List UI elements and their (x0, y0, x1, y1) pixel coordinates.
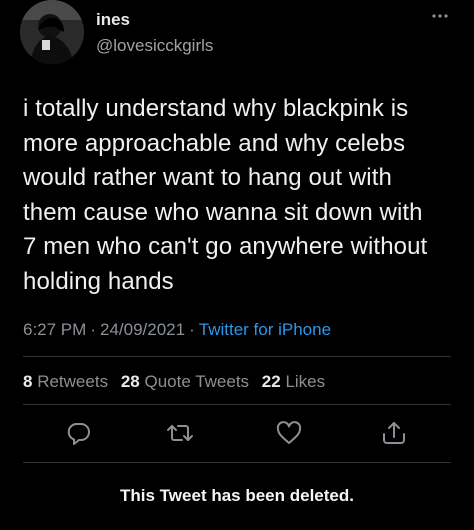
tweet-card: ines @lovesicckgirls i totally understan… (0, 0, 474, 530)
deleted-notice: This Tweet has been deleted. (120, 486, 354, 505)
tweet-meta: 6:27 PM · 24/09/2021 · Twitter for iPhone (23, 320, 331, 340)
divider (23, 404, 451, 405)
quote-tweets-count: 28 (120, 372, 140, 391)
tweet-text-line: 7 men who can't go anywhere without (23, 233, 428, 260)
meta-separator: · (189, 320, 195, 339)
tweet-stats: 8 Retweets 28 Quote Tweets 22 Likes (23, 372, 333, 392)
like-icon[interactable] (274, 418, 304, 448)
tweet-date[interactable]: 24/09/2021 (100, 320, 185, 339)
meta-separator: · (90, 320, 96, 339)
tweet-source[interactable]: Twitter for iPhone (199, 320, 331, 339)
action-bar (0, 418, 474, 448)
tweet-text-line: them cause who wanna sit down with (23, 198, 423, 226)
tweet-text-line: more approachable and why celebs (23, 129, 406, 157)
avatar-image (20, 0, 84, 64)
tweet-text: i totally understand why blackpink is mo… (23, 92, 459, 299)
quote-tweets-stat[interactable]: 28 Quote Tweets (121, 372, 249, 391)
avatar[interactable] (20, 0, 84, 64)
divider (23, 356, 451, 357)
retweet-icon[interactable] (165, 418, 195, 448)
display-name[interactable]: ines (96, 10, 130, 30)
user-handle[interactable]: @lovesicckgirls (96, 36, 213, 56)
divider (23, 462, 451, 463)
quote-tweets-label: Quote Tweets (144, 372, 250, 391)
more-options-icon[interactable] (428, 6, 452, 26)
retweets-stat[interactable]: 8 Retweets (23, 372, 108, 391)
tweet-text-line: i totally understand why blackpink is (23, 95, 409, 122)
tweet-time[interactable]: 6:27 PM (23, 320, 86, 339)
likes-label: Likes (285, 372, 326, 391)
likes-count: 22 (261, 372, 281, 391)
tweet-text-line: holding hands (23, 267, 174, 295)
retweets-label: Retweets (37, 372, 109, 391)
reply-icon[interactable] (64, 418, 94, 448)
share-icon[interactable] (379, 418, 409, 448)
retweets-count: 8 (23, 372, 33, 391)
likes-stat[interactable]: 22 Likes (262, 372, 325, 391)
tweet-text-line: would rather want to hang out with (23, 164, 392, 191)
